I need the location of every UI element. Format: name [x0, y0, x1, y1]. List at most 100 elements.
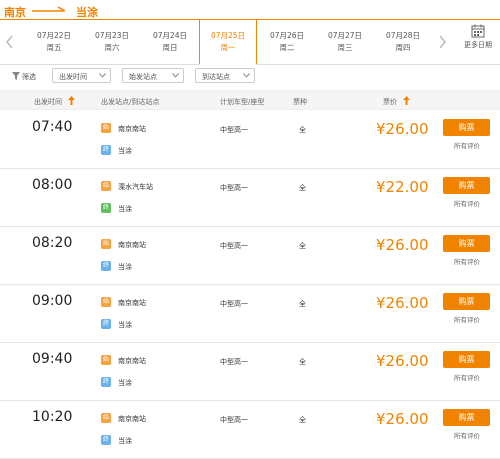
date-tab[interactable]: 07月27日 周三 [316, 20, 374, 64]
all-reviews-link[interactable]: 所有评价 [454, 140, 480, 150]
date-tab[interactable]: 07月23日 周六 [83, 20, 141, 64]
buy-ticket-button[interactable]: 购票 [443, 293, 490, 310]
header-bus-type: 计划车型/座型 [220, 98, 265, 106]
all-reviews-link[interactable]: 所有评价 [454, 256, 480, 266]
price: ¥26.00 [376, 120, 429, 138]
date-tab-selected[interactable]: 07月25日 周一 [199, 19, 257, 65]
ticket-kind: 全 [299, 416, 306, 424]
route-from: 南京 [4, 6, 26, 19]
ticket-kind: 全 [299, 300, 306, 308]
bus-type: 中型高一 [220, 358, 248, 366]
header-stations: 出发站点/到达站点 [101, 98, 160, 106]
arrive-tag: 终 [101, 377, 111, 387]
depart-tag: 始 [101, 239, 111, 249]
table-row: 09:40 始 南京南站 终 当涂 中型高一 全 ¥26.00 购票 所有评价 [0, 343, 500, 401]
depart-station-select[interactable]: 始发站点 [122, 68, 184, 83]
more-dates-label: 更多日期 [464, 41, 492, 49]
ticket-kind: 全 [299, 126, 306, 134]
arrive-tag: 终 [101, 261, 111, 271]
depart-time: 10:20 [32, 409, 73, 425]
depart-tag: 始 [101, 181, 111, 191]
arrive-station-select[interactable]: 到达站点 [195, 68, 255, 83]
chevron-left-icon [6, 35, 13, 49]
buy-ticket-button[interactable]: 购票 [443, 177, 490, 194]
table-row: 08:20 始 南京南站 终 当涂 中型高一 全 ¥26.00 购票 所有评价 [0, 227, 500, 285]
date-selector: 07月22日 周五 07月23日 周六 07月24日 周日 07月25日 周一 07月2… [0, 19, 500, 65]
arrive-station: 当涂 [118, 379, 132, 387]
arrive-station: 当涂 [118, 437, 132, 445]
arrive-tag: 终 [101, 435, 111, 445]
depart-station: 南京南站 [118, 241, 146, 249]
depart-station: 溧水汽车站 [118, 183, 153, 191]
bus-type: 中型高一 [220, 416, 248, 424]
arrive-station: 当涂 [118, 321, 132, 329]
arrive-tag: 终 [101, 203, 111, 213]
filter-label: 筛选 [22, 73, 36, 81]
buy-ticket-button[interactable]: 购票 [443, 409, 490, 426]
depart-tag: 始 [101, 413, 111, 423]
date-tab[interactable]: 07月28日 周四 [374, 20, 432, 64]
bus-type: 中型高一 [220, 126, 248, 134]
depart-tag: 始 [101, 297, 111, 307]
depart-station: 南京南站 [118, 415, 146, 423]
price: ¥22.00 [376, 178, 429, 196]
depart-tag: 始 [101, 355, 111, 365]
sort-arrow-up-icon[interactable] [403, 96, 410, 105]
buy-ticket-button[interactable]: 购票 [443, 351, 490, 368]
depart-time: 08:20 [32, 235, 73, 251]
depart-station: 南京南站 [118, 299, 146, 307]
table-header: 出发时间 出发站点/到达站点 计划车型/座型 票种 票价 [0, 90, 500, 110]
filter-bar: 筛选 出发时间 始发站点 到达站点 [0, 66, 500, 88]
all-reviews-link[interactable]: 所有评价 [454, 430, 480, 440]
depart-time-select[interactable]: 出发时间 [52, 68, 111, 83]
header-depart-time[interactable]: 出发时间 [34, 97, 62, 107]
depart-station: 南京南站 [118, 125, 146, 133]
prev-dates-button[interactable] [0, 20, 20, 64]
depart-time: 08:00 [32, 177, 73, 193]
arrive-station: 当涂 [118, 147, 132, 155]
buy-ticket-button[interactable]: 购票 [443, 235, 490, 252]
date-tab[interactable]: 07月26日 周二 [258, 20, 316, 64]
ticket-kind: 全 [299, 358, 306, 366]
arrive-tag: 终 [101, 145, 111, 155]
chevron-right-icon [439, 35, 446, 49]
arrive-tag: 终 [101, 319, 111, 329]
chevron-down-icon [243, 73, 250, 78]
sort-arrow-up-icon[interactable] [68, 96, 75, 105]
all-reviews-link[interactable]: 所有评价 [454, 372, 480, 382]
price: ¥26.00 [376, 410, 429, 428]
chevron-down-icon [99, 73, 106, 78]
depart-time: 09:00 [32, 293, 73, 309]
price: ¥26.00 [376, 236, 429, 254]
header-price[interactable]: 票价 [383, 97, 397, 107]
calendar-icon [471, 24, 485, 38]
bus-type: 中型高一 [220, 300, 248, 308]
header-ticket-kind: 票种 [293, 98, 307, 106]
bus-type: 中型高一 [220, 242, 248, 250]
depart-time: 09:40 [32, 351, 73, 367]
all-reviews-link[interactable]: 所有评价 [454, 198, 480, 208]
route-to: 当涂 [76, 6, 98, 19]
more-dates-button[interactable]: 更多日期 [460, 24, 496, 50]
next-dates-button[interactable] [432, 20, 452, 64]
chevron-down-icon [172, 73, 179, 78]
depart-station: 南京南站 [118, 357, 146, 365]
ticket-kind: 全 [299, 184, 306, 192]
arrive-station: 当涂 [118, 263, 132, 271]
price: ¥26.00 [376, 294, 429, 312]
table-row: 10:20 始 南京南站 终 当涂 中型高一 全 ¥26.00 购票 所有评价 [0, 401, 500, 459]
date-tab[interactable]: 07月22日 周五 [25, 20, 83, 64]
depart-time: 07:40 [32, 119, 73, 135]
filter-icon [12, 72, 20, 80]
all-reviews-link[interactable]: 所有评价 [454, 314, 480, 324]
date-tab[interactable]: 07月24日 周日 [141, 20, 199, 64]
price: ¥26.00 [376, 352, 429, 370]
bus-type: 中型高一 [220, 184, 248, 192]
arrive-station: 当涂 [118, 205, 132, 213]
route-header: 南京 当涂 [0, 0, 500, 20]
arrow-right-icon [32, 6, 66, 12]
depart-tag: 始 [101, 123, 111, 133]
table-row: 09:00 始 南京南站 终 当涂 中型高一 全 ¥26.00 购票 所有评价 [0, 285, 500, 343]
ticket-kind: 全 [299, 242, 306, 250]
buy-ticket-button[interactable]: 购票 [443, 119, 490, 136]
